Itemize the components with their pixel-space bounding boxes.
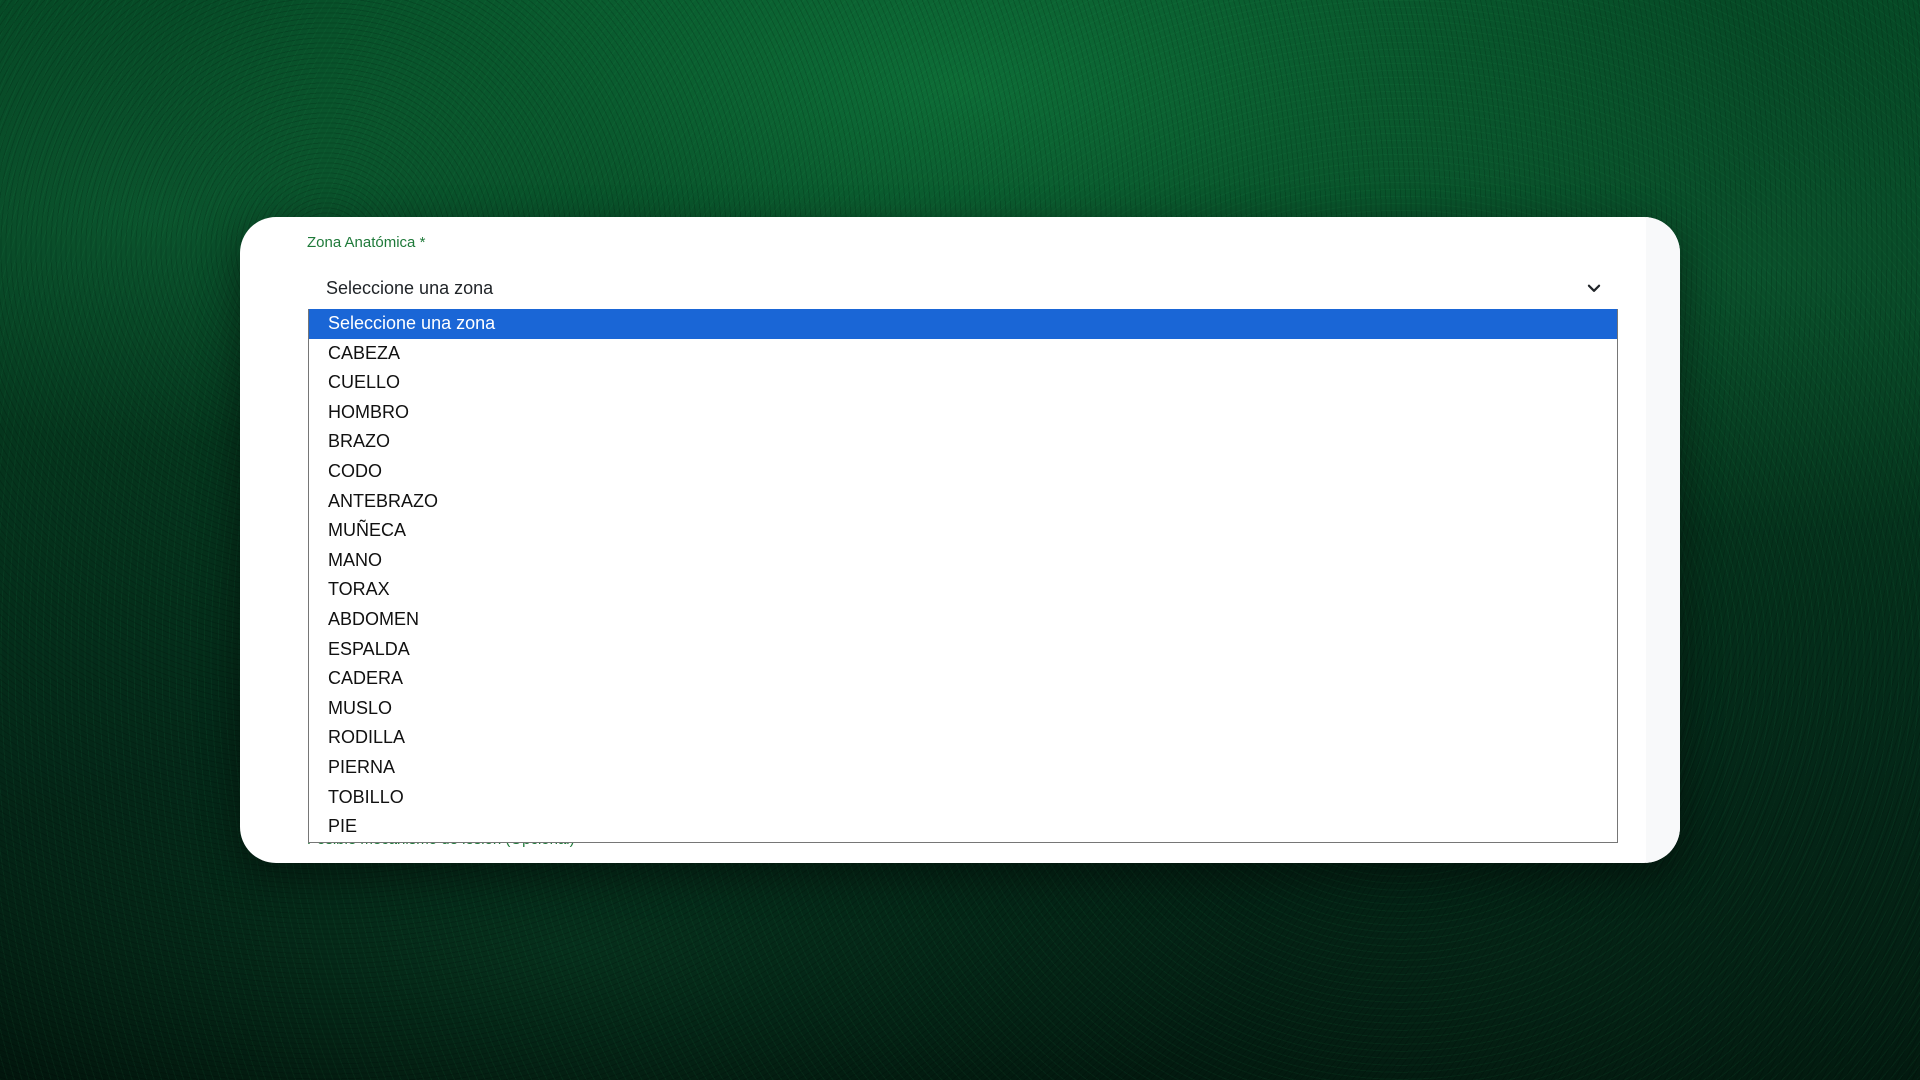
dropdown-option[interactable]: Seleccione una zona	[309, 309, 1617, 339]
zona-anatomica-label: Zona Anatómica *	[307, 234, 426, 251]
dropdown-option[interactable]: CADERA	[309, 664, 1617, 694]
dropdown-option[interactable]: CUELLO	[309, 368, 1617, 398]
dropdown-option[interactable]: HOMBRO	[309, 398, 1617, 428]
select-current-value: Seleccione una zona	[326, 277, 494, 298]
zona-anatomica-select[interactable]: Seleccione una zona	[307, 270, 1617, 306]
form-card: Zona Anatómica * Posible mecanismo de le…	[240, 217, 1680, 863]
dropdown-option[interactable]: PIE	[309, 812, 1617, 842]
dropdown-option[interactable]: MUSLO	[309, 694, 1617, 724]
dropdown-option[interactable]: TORAX	[309, 575, 1617, 605]
dropdown-option[interactable]: TOBILLO	[309, 783, 1617, 813]
dropdown-option[interactable]: ESPALDA	[309, 635, 1617, 665]
dropdown-option[interactable]: CODO	[309, 457, 1617, 487]
dropdown-option[interactable]: RODILLA	[309, 723, 1617, 753]
dropdown-option[interactable]: CABEZA	[309, 339, 1617, 369]
card-side-panel	[1646, 217, 1680, 863]
dropdown-option[interactable]: MANO	[309, 546, 1617, 576]
chevron-down-icon	[1587, 284, 1601, 292]
dropdown-option[interactable]: MUÑECA	[309, 516, 1617, 546]
dropdown-option[interactable]: BRAZO	[309, 427, 1617, 457]
dropdown-option[interactable]: ANTEBRAZO	[309, 487, 1617, 517]
dropdown-option[interactable]: ABDOMEN	[309, 605, 1617, 635]
zona-anatomica-options-list[interactable]: Seleccione una zona CABEZA CUELLO HOMBRO BRA…	[308, 309, 1618, 843]
dropdown-option[interactable]: PIERNA	[309, 753, 1617, 783]
